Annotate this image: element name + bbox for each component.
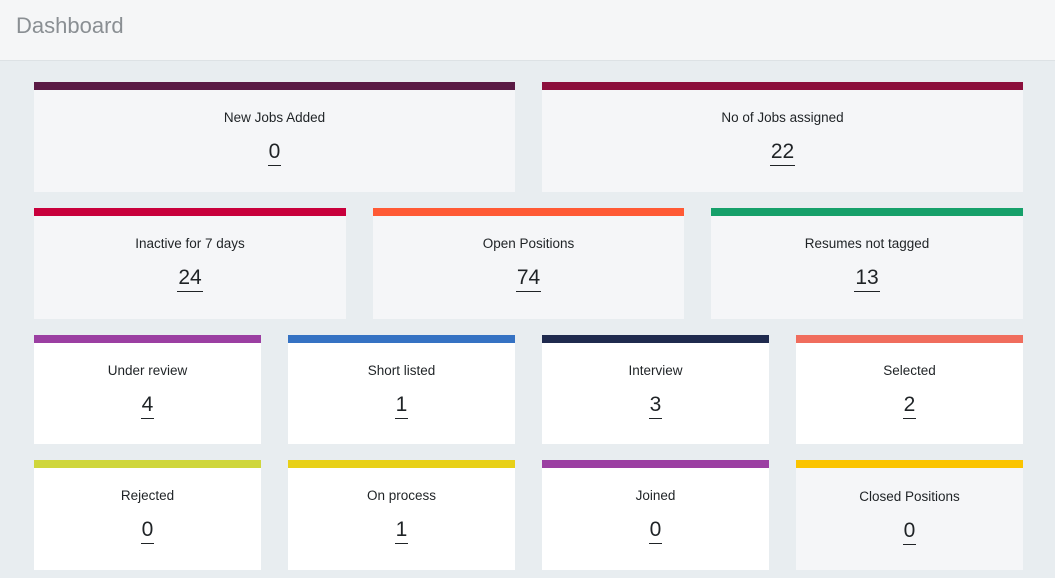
- card-value-link[interactable]: 13: [854, 266, 880, 292]
- card-label: Under review: [107, 363, 188, 378]
- card-value-link[interactable]: 0: [140, 518, 155, 544]
- card-label: Selected: [883, 363, 936, 378]
- card-under-review[interactable]: Under review 4: [34, 335, 261, 444]
- card-value-link[interactable]: 0: [902, 519, 917, 545]
- card-on-process[interactable]: On process 1: [288, 460, 515, 570]
- card-new-jobs-added[interactable]: New Jobs Added 0: [34, 82, 515, 192]
- card-value-link[interactable]: 74: [515, 266, 542, 292]
- page-title: Dashboard: [16, 13, 124, 38]
- card-closed-positions[interactable]: Closed Positions 0: [796, 460, 1023, 570]
- card-jobs-assigned[interactable]: No of Jobs assigned 22: [542, 82, 1023, 192]
- card-short-listed[interactable]: Short listed 1: [288, 335, 515, 444]
- card-interview[interactable]: Interview 3: [542, 335, 769, 444]
- card-value-link[interactable]: 3: [648, 393, 663, 419]
- card-rejected[interactable]: Rejected 0: [34, 460, 261, 570]
- card-label: Joined: [635, 488, 676, 503]
- card-label: Open Positions: [482, 236, 575, 251]
- card-label: Resumes not tagged: [804, 236, 930, 251]
- card-label: Inactive for 7 days: [135, 236, 245, 251]
- card-label: Rejected: [120, 488, 175, 503]
- card-value-link[interactable]: 24: [177, 266, 203, 292]
- card-value-link[interactable]: 1: [394, 393, 409, 419]
- card-open-positions[interactable]: Open Positions 74: [373, 208, 684, 319]
- card-value-link[interactable]: 0: [648, 518, 663, 544]
- card-selected[interactable]: Selected 2: [796, 335, 1023, 444]
- card-label: New Jobs Added: [223, 110, 326, 125]
- card-label: Closed Positions: [859, 489, 960, 504]
- card-value-link[interactable]: 1: [394, 518, 409, 544]
- card-value-link[interactable]: 0: [267, 140, 282, 166]
- card-label: On process: [366, 488, 437, 503]
- card-label: Short listed: [367, 363, 436, 378]
- card-joined[interactable]: Joined 0: [542, 460, 769, 570]
- card-inactive-7-days[interactable]: Inactive for 7 days 24: [34, 208, 346, 319]
- card-value-link[interactable]: 22: [769, 140, 796, 166]
- card-value-link[interactable]: 4: [140, 393, 155, 419]
- card-label: No of Jobs assigned: [721, 110, 844, 125]
- page-header: Dashboard: [0, 0, 1055, 61]
- card-label: Interview: [628, 363, 683, 378]
- card-resumes-not-tagged[interactable]: Resumes not tagged 13: [711, 208, 1023, 319]
- card-value-link[interactable]: 2: [902, 393, 917, 419]
